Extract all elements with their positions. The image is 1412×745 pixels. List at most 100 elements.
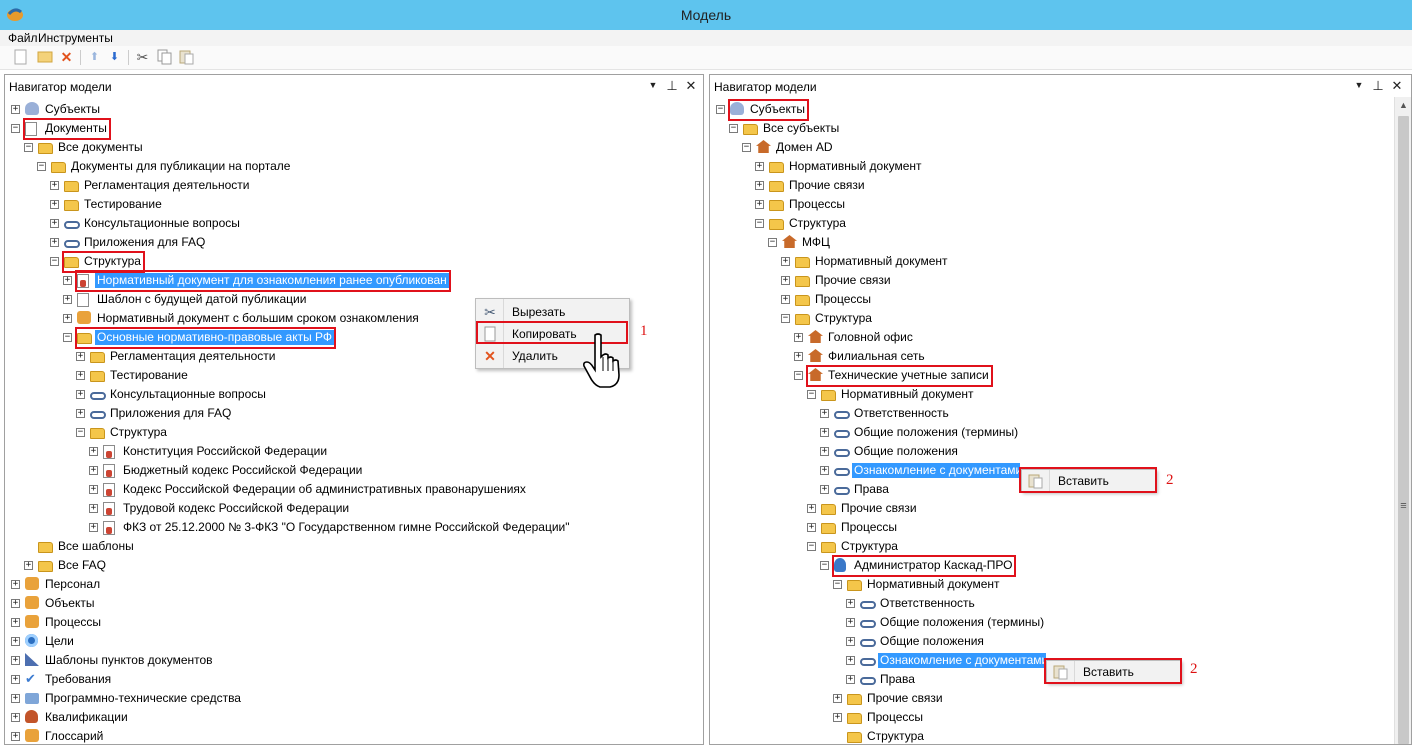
expand-icon[interactable]: +	[50, 238, 59, 247]
tree-node[interactable]: − Нормативный документ	[710, 385, 1411, 404]
collapse-icon[interactable]: −	[716, 105, 725, 114]
expand-icon[interactable]: +	[781, 257, 790, 266]
tree-node[interactable]: + Квалификации	[5, 708, 703, 727]
expand-icon[interactable]: +	[794, 352, 803, 361]
expand-icon[interactable]: +	[755, 181, 764, 190]
expand-icon[interactable]: +	[11, 618, 20, 627]
tree-node[interactable]: + Общие положения	[710, 442, 1411, 461]
expand-icon[interactable]: +	[846, 637, 855, 646]
expand-icon[interactable]: +	[11, 656, 20, 665]
expand-icon[interactable]: +	[76, 371, 85, 380]
expand-icon[interactable]: +	[846, 656, 855, 665]
expand-icon[interactable]: +	[846, 618, 855, 627]
expand-icon[interactable]: +	[76, 409, 85, 418]
tree-node[interactable]: + Общие положения (термины)	[710, 613, 1411, 632]
expand-icon[interactable]: +	[11, 599, 20, 608]
expand-icon[interactable]: +	[11, 675, 20, 684]
tree-node[interactable]: + Прочие связи	[710, 689, 1411, 708]
tree-node[interactable]: + Процессы	[710, 290, 1411, 309]
tree-node[interactable]: + Шаблоны пунктов документов	[5, 651, 703, 670]
tree-node[interactable]: − Структура	[710, 537, 1411, 556]
expand-icon[interactable]: +	[89, 523, 98, 532]
tree-node[interactable]: + Прочие связи	[710, 271, 1411, 290]
expand-icon[interactable]: +	[89, 447, 98, 456]
expand-icon[interactable]: +	[820, 409, 829, 418]
tree-node[interactable]: − Структура	[710, 214, 1411, 233]
tree-node[interactable]: + Кодекс Российской Федерации об админист…	[5, 480, 703, 499]
tree-node[interactable]: + Субъекты	[5, 100, 703, 119]
expand-icon[interactable]: +	[63, 295, 72, 304]
expand-icon[interactable]: +	[11, 694, 20, 703]
expand-icon[interactable]: +	[11, 637, 20, 646]
tree-node[interactable]: + Трудовой кодекс Российской Федерации	[5, 499, 703, 518]
expand-icon[interactable]: +	[846, 599, 855, 608]
tree-node[interactable]: + Тестирование	[5, 195, 703, 214]
tree-node[interactable]: + Процессы	[710, 518, 1411, 537]
tree-node[interactable]: + Цели	[5, 632, 703, 651]
tree-node[interactable]: + Бюджетный кодекс Российской Федерации	[5, 461, 703, 480]
vertical-scrollbar[interactable]: ▲ ≡	[1394, 97, 1411, 744]
collapse-icon[interactable]: −	[768, 238, 777, 247]
collapse-icon[interactable]: −	[807, 542, 816, 551]
expand-icon[interactable]: +	[76, 390, 85, 399]
scroll-up-icon[interactable]: ▲	[1395, 97, 1411, 114]
expand-icon[interactable]: +	[63, 314, 72, 323]
tree-node[interactable]: + Консультационные вопросы	[5, 214, 703, 233]
tree-node[interactable]: + Приложения для FAQ	[5, 404, 703, 423]
paste-icon[interactable]	[178, 49, 195, 66]
expand-icon[interactable]: +	[11, 713, 20, 722]
expand-icon[interactable]: +	[820, 466, 829, 475]
expand-icon[interactable]: +	[50, 181, 59, 190]
collapse-icon[interactable]: −	[755, 219, 764, 228]
tree-node[interactable]: + Конституция Российской Федерации	[5, 442, 703, 461]
move-down-icon[interactable]: ⬇	[106, 49, 123, 66]
tree-node[interactable]: − Структура	[710, 309, 1411, 328]
delete-icon[interactable]: ✕	[58, 49, 75, 66]
copy-icon[interactable]	[156, 49, 173, 66]
tree-node[interactable]: + Процессы	[5, 613, 703, 632]
expand-icon[interactable]: +	[833, 713, 842, 722]
tree-node[interactable]: − Все субъекты	[710, 119, 1411, 138]
tree-node[interactable]: − МФЦ	[710, 233, 1411, 252]
new-icon[interactable]	[12, 49, 29, 66]
tree-node[interactable]: − Документы для публикации на портале	[5, 157, 703, 176]
tree-node[interactable]: Все шаблоны	[5, 537, 703, 556]
tree-node[interactable]: − Администратор Каскад-ПРО	[710, 556, 1411, 575]
expand-icon[interactable]: +	[833, 694, 842, 703]
expand-icon[interactable]: +	[781, 276, 790, 285]
menu-item-cut[interactable]: ✂ Вырезать	[476, 301, 629, 323]
expand-icon[interactable]: +	[807, 523, 816, 532]
expand-icon[interactable]: +	[820, 485, 829, 494]
expand-icon[interactable]: +	[807, 504, 816, 513]
collapse-icon[interactable]: −	[63, 333, 72, 342]
tree-node[interactable]: − Субъекты	[710, 100, 1411, 119]
collapse-icon[interactable]: −	[820, 561, 829, 570]
menu-tools[interactable]: Инструменты	[38, 31, 113, 45]
expand-icon[interactable]: +	[24, 561, 33, 570]
tree-node[interactable]: + ФКЗ от 25.12.2000 № 3-ФКЗ "О Государств…	[5, 518, 703, 537]
scroll-thumb[interactable]	[1398, 116, 1409, 744]
tree-node[interactable]: + Программно-технические средства	[5, 689, 703, 708]
menu-file[interactable]: Файл	[8, 31, 38, 45]
tree-node[interactable]: − Структура	[5, 423, 703, 442]
expand-icon[interactable]: +	[794, 333, 803, 342]
tree-node[interactable]: − Все документы	[5, 138, 703, 157]
collapse-icon[interactable]: −	[24, 143, 33, 152]
expand-icon[interactable]: +	[755, 200, 764, 209]
cut-icon[interactable]: ✂	[134, 49, 151, 66]
collapse-icon[interactable]: −	[729, 124, 738, 133]
tree-node[interactable]: + Объекты	[5, 594, 703, 613]
tree-node[interactable]: + Ответственность	[710, 594, 1411, 613]
open-icon[interactable]	[36, 49, 53, 66]
tree-node[interactable]: + Головной офис	[710, 328, 1411, 347]
tree-node[interactable]: + Процессы	[710, 195, 1411, 214]
expand-icon[interactable]: +	[89, 485, 98, 494]
expand-icon[interactable]: +	[89, 504, 98, 513]
tree-node[interactable]: + Общие положения	[710, 632, 1411, 651]
expand-icon[interactable]: +	[76, 352, 85, 361]
collapse-icon[interactable]: −	[76, 428, 85, 437]
tree-node[interactable]: − Нормативный документ	[710, 575, 1411, 594]
tree-node[interactable]: + Ответственность	[710, 404, 1411, 423]
expand-icon[interactable]: +	[11, 580, 20, 589]
expand-icon[interactable]: +	[781, 295, 790, 304]
